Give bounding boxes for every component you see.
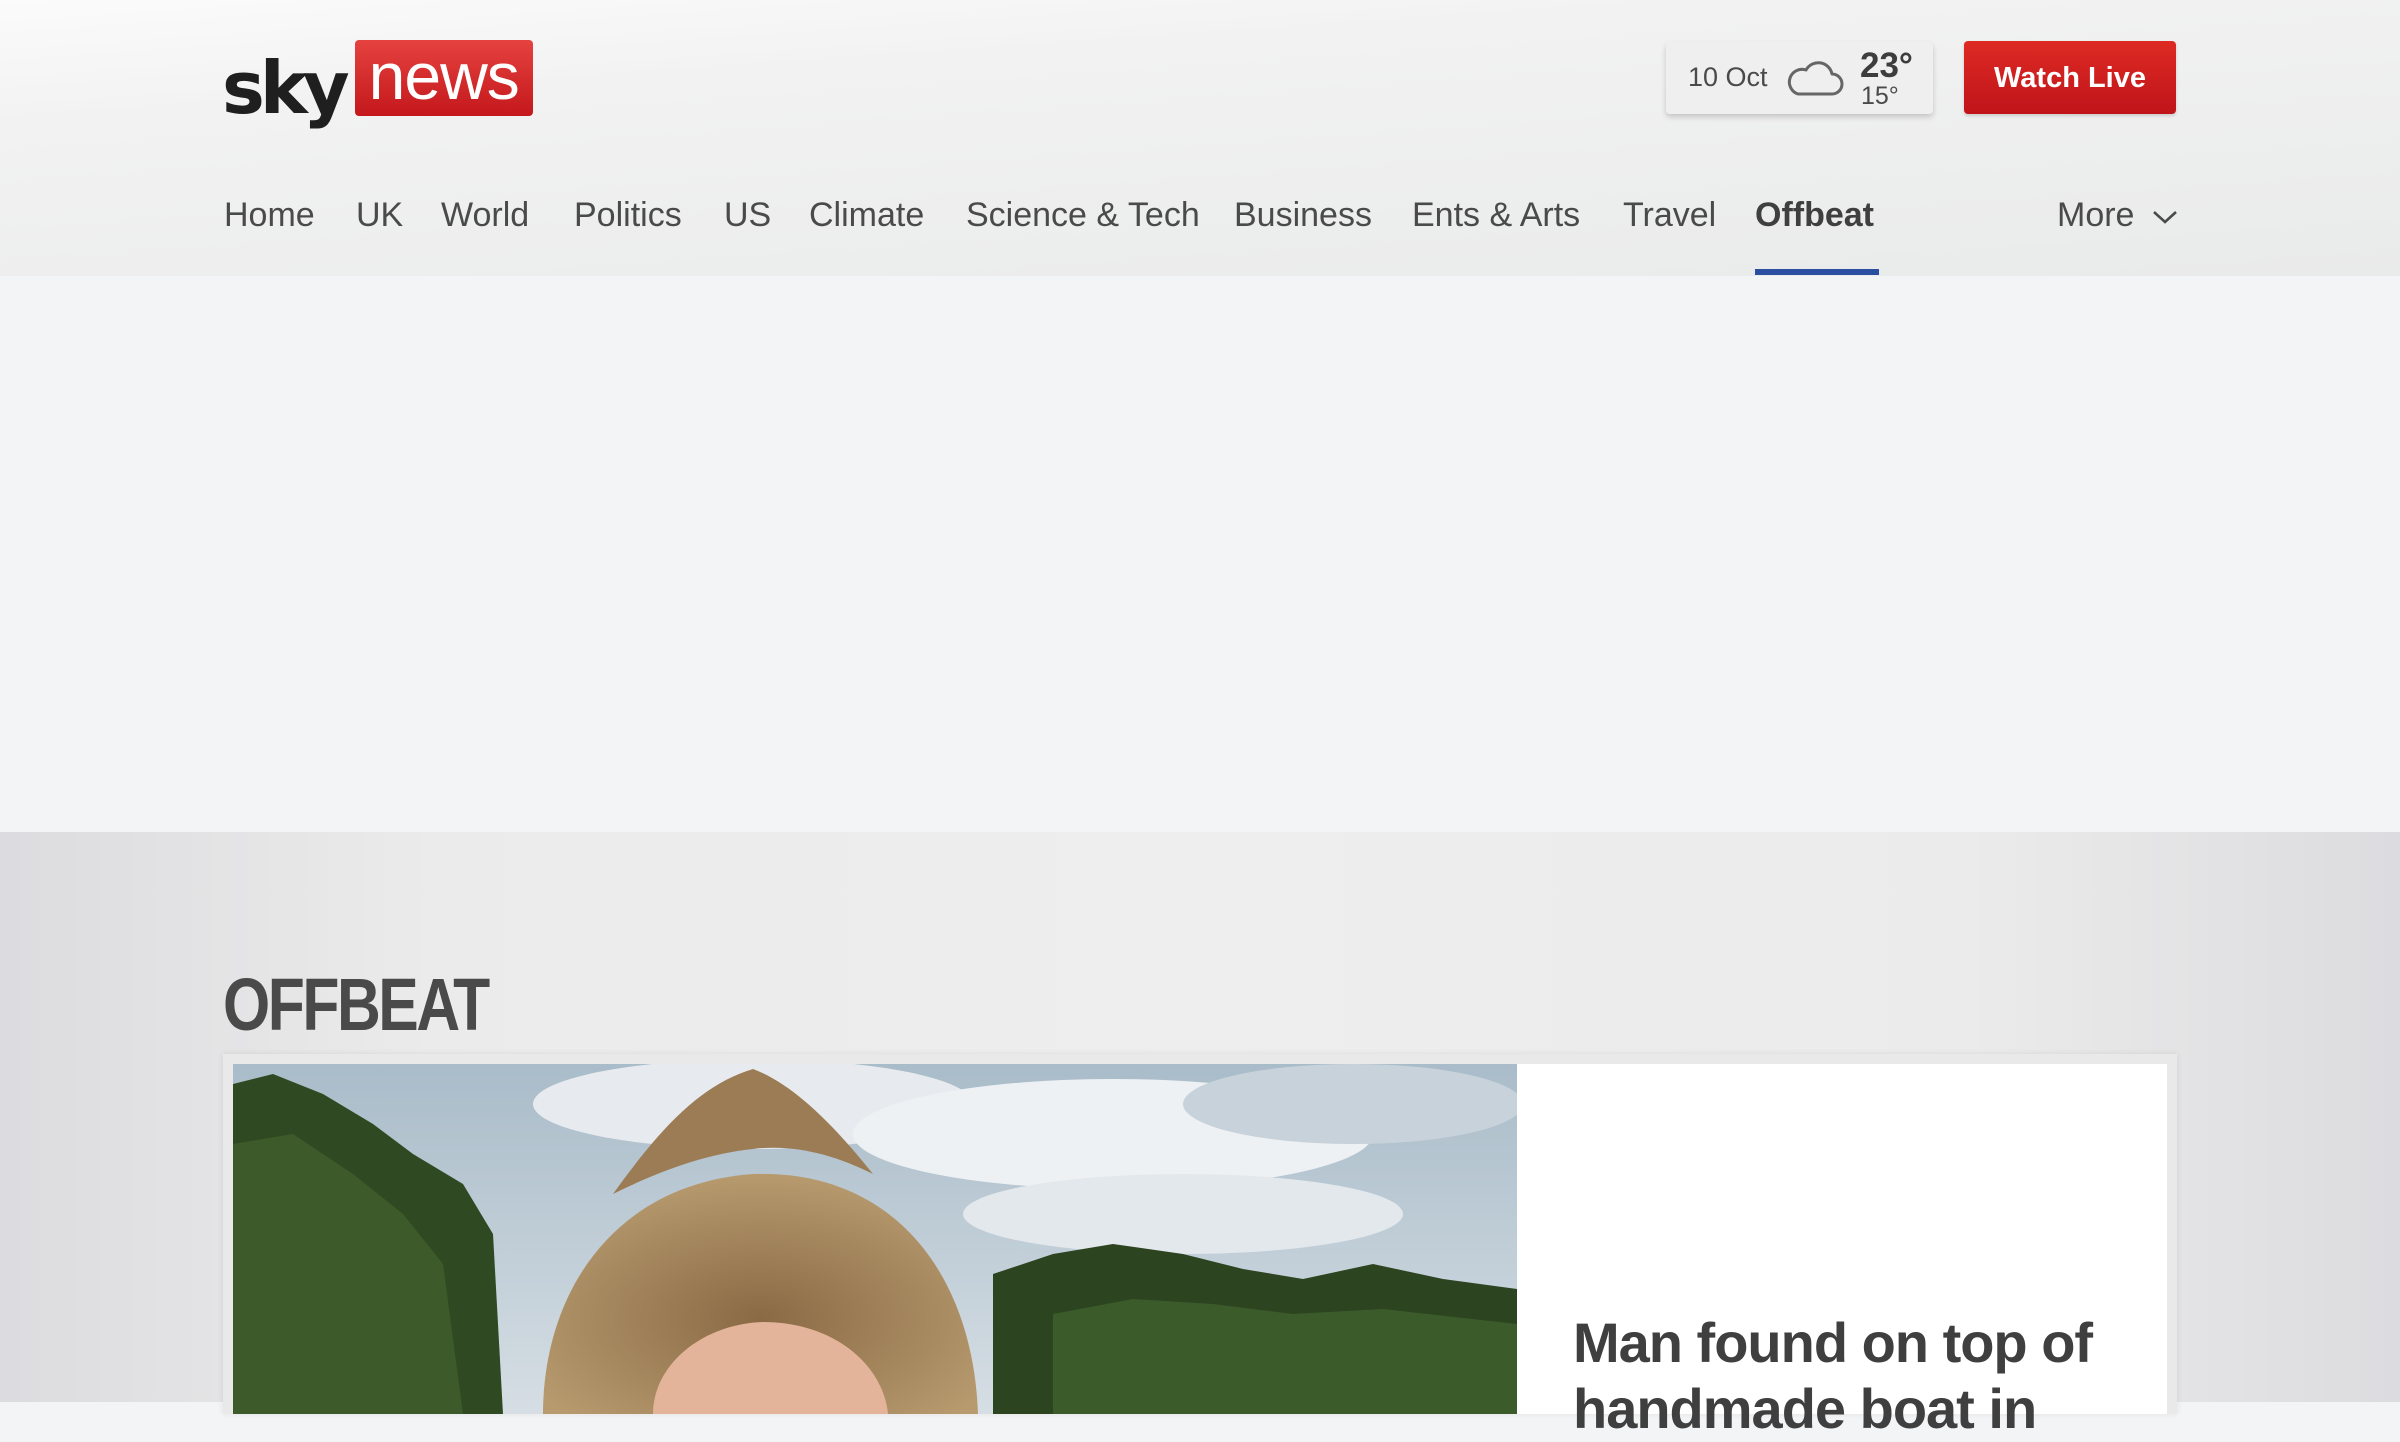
story-text-panel: Man found on top of handmade boat in bbox=[1517, 1064, 2167, 1440]
nav-item-world[interactable]: World bbox=[441, 195, 529, 236]
active-tab-indicator bbox=[1755, 269, 1879, 275]
logo-news-badge: news bbox=[354, 40, 533, 116]
sky-news-logo[interactable]: sky news bbox=[222, 36, 533, 124]
nav-item-ents-arts[interactable]: Ents & Arts bbox=[1412, 195, 1580, 236]
weather-high-temp: 23° bbox=[1860, 46, 1913, 85]
nav-item-offbeat[interactable]: Offbeat bbox=[1755, 195, 1874, 236]
nav-item-politics[interactable]: Politics bbox=[574, 195, 682, 236]
cloud-icon bbox=[1784, 56, 1844, 105]
advert-slot bbox=[0, 276, 2400, 832]
section-title: OFFBEAT bbox=[223, 962, 490, 1046]
nav-more-button[interactable]: More bbox=[2057, 195, 2134, 236]
watch-live-button[interactable]: Watch Live bbox=[1964, 41, 2176, 114]
story-image[interactable] bbox=[233, 1064, 1517, 1414]
weather-low-temp: 15° bbox=[1861, 82, 1899, 110]
site-header: sky news 10 Oct 23° 15° Watch Live Home … bbox=[0, 0, 2400, 276]
nav-item-business[interactable]: Business bbox=[1234, 195, 1372, 236]
lead-story-card[interactable]: Man found on top of handmade boat in bbox=[223, 1054, 2177, 1440]
weather-date: 10 Oct bbox=[1688, 62, 1768, 92]
nav-item-travel[interactable]: Travel bbox=[1623, 195, 1716, 236]
weather-widget[interactable]: 10 Oct 23° 15° bbox=[1666, 42, 1933, 114]
chevron-down-icon[interactable] bbox=[2152, 208, 2178, 231]
main-nav: Home UK World Politics US Climate Scienc… bbox=[0, 180, 2400, 276]
nav-item-us[interactable]: US bbox=[724, 195, 771, 236]
logo-sky-text: sky bbox=[222, 46, 350, 130]
offbeat-section: OFFBEAT Man found on top of handmade boa… bbox=[0, 832, 2400, 1440]
nav-item-climate[interactable]: Climate bbox=[809, 195, 924, 236]
nav-item-science-tech[interactable]: Science & Tech bbox=[966, 195, 1200, 236]
nav-item-home[interactable]: Home bbox=[224, 195, 315, 236]
nav-item-uk[interactable]: UK bbox=[356, 195, 403, 236]
story-headline[interactable]: Man found on top of handmade boat in bbox=[1573, 1310, 2153, 1442]
